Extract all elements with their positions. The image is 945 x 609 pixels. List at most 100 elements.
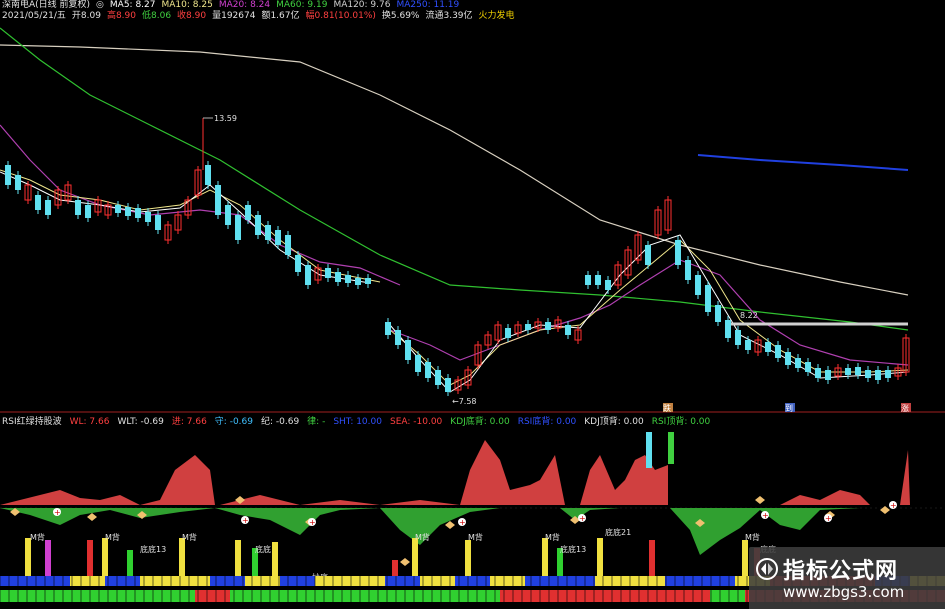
candle-body (325, 268, 331, 278)
circle-marker-plus: + (579, 514, 586, 523)
bar-label: M背 (30, 532, 45, 542)
bar-label: M背 (468, 532, 483, 542)
indicator-red-area (0, 455, 215, 505)
candle-body (305, 265, 311, 285)
indicator-red-area-c (580, 455, 668, 505)
circle-marker-plus: + (54, 508, 61, 517)
strip-segment-top (70, 576, 106, 586)
signal-bar (668, 432, 674, 464)
candle-body (365, 278, 371, 284)
strip-segment-top (700, 576, 736, 586)
candle-body (695, 275, 701, 295)
signal-column (272, 542, 278, 576)
diamond-marker (755, 496, 765, 504)
candle-body (775, 345, 781, 358)
candle-body (155, 215, 161, 230)
diamond-marker (445, 521, 455, 529)
candle-body (295, 255, 301, 272)
ma-legend-row: 深南电A(日线 前复权) ◎ MA5: 8.27 MA10: 8.25 MA20: 8.… (0, 0, 945, 11)
candle-body (875, 370, 881, 380)
indicator-value-0: RSI红绿持股波 (2, 417, 62, 427)
signal-column (45, 540, 51, 576)
candle-body (845, 368, 851, 375)
ma-legend-item-7: MA250: 11.19 (396, 0, 460, 10)
ma-legend-item-1: ◎ (96, 0, 104, 10)
strip-segment-bottom (710, 590, 745, 602)
candle-body (255, 215, 261, 235)
watermark: 指标公式网 www.zbgs3.com (749, 547, 945, 609)
candle-body (215, 185, 221, 215)
candle-body (505, 328, 511, 338)
circle-marker-plus: + (762, 511, 769, 520)
high-price-label: 13.59 (214, 114, 237, 123)
watermark-url: www.zbgs3.com (783, 583, 905, 601)
signal-column (649, 540, 655, 576)
candle-body (645, 245, 651, 265)
signal-column (25, 538, 31, 576)
indicator-header: RSI红绿持股波 WL: 7.66 WLT: -0.69 进: 7.66 守: -0.6… (0, 416, 945, 428)
strip-segment-top (350, 576, 386, 586)
candle-body (125, 207, 131, 216)
signal-column (179, 538, 185, 576)
diamond-marker (87, 513, 97, 521)
indicator-value-6: 律: - (307, 417, 326, 427)
ma-legend-item-0: 深南电A(日线 前复权) (2, 0, 91, 10)
bar-label: 底底13 (560, 544, 586, 554)
signal-column (127, 550, 133, 576)
candle-body (355, 278, 361, 285)
candle-body (705, 285, 711, 312)
chart-header: 深南电A(日线 前复权) ◎ MA5: 8.27 MA10: 8.25 MA20: 8.… (0, 0, 945, 24)
diamond-marker (400, 558, 410, 566)
bar-label: M背 (545, 532, 560, 542)
candle-body (245, 205, 251, 220)
indicator-value-10: RSI底背: 0.00 (517, 417, 577, 427)
indicator-red-area-d (780, 450, 910, 505)
low-price-label: ←7.58 (452, 397, 477, 406)
candle-body (5, 165, 11, 185)
candle-body (425, 362, 431, 378)
strip-segment-top (525, 576, 561, 586)
strip-segment-top (210, 576, 246, 586)
circle-marker-plus: + (825, 514, 832, 523)
candle-body (715, 305, 721, 322)
bar-label: M背 (745, 532, 760, 542)
candle-body (435, 370, 441, 385)
strip-segment-top (140, 576, 176, 586)
candle-body (345, 275, 351, 283)
event-label: 跌 (663, 403, 671, 413)
signal-column (412, 538, 418, 576)
signal-column (742, 540, 748, 576)
candle-body (265, 225, 271, 240)
signal-column (465, 540, 471, 576)
strip-segment-bottom (230, 590, 500, 602)
ohlc-item-3: 低8.06 (142, 11, 172, 21)
candle-body (815, 368, 821, 378)
candle-body (855, 367, 861, 375)
strip-segment-top (175, 576, 211, 586)
circle-marker-plus: + (890, 501, 897, 510)
candle-body (785, 352, 791, 365)
indicator-value-12: RSI顶背: 0.00 (651, 417, 711, 427)
bar-label: M背 (182, 532, 197, 542)
ohlc-item-5: 量192674 (212, 11, 256, 21)
candle-body (745, 340, 751, 350)
indicator-value-11: KDJ顶背: 0.00 (584, 417, 644, 427)
bar-label: M背 (105, 532, 120, 542)
ohlc-item-0: 2021/05/21/五 (2, 11, 66, 21)
candle-body (595, 275, 601, 285)
event-label: 到 (785, 404, 793, 413)
candle-body (565, 325, 571, 335)
ohlc-item-4: 收8.90 (177, 11, 207, 21)
candle-body (15, 175, 21, 190)
logo-icon (756, 558, 778, 580)
candle-body (405, 340, 411, 360)
ma250-line (697, 154, 909, 171)
ma-legend-item-5: MA60: 9.19 (276, 0, 328, 10)
ohlc-item-8: 换5.69% (381, 11, 420, 21)
indicator-value-5: 纪: -0.69 (260, 417, 300, 427)
signal-column (102, 538, 108, 576)
strip-segment-top (280, 576, 316, 586)
candle-body (285, 235, 291, 255)
candle-body (865, 370, 871, 378)
candle-body (35, 195, 41, 210)
